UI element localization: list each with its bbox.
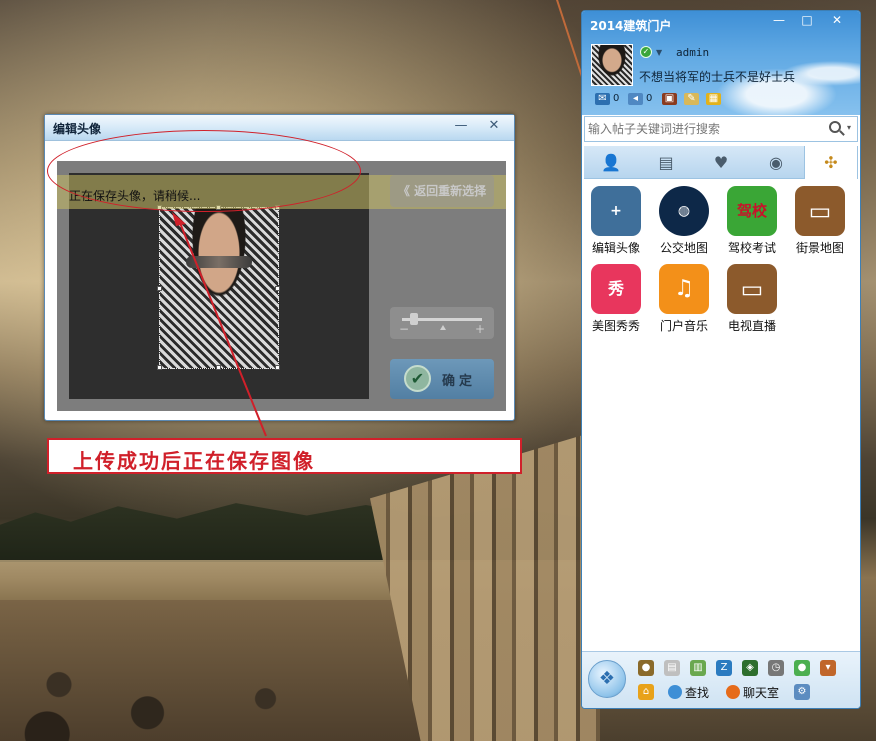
panel-bottom-bar: ❖ ● ▤ ▥ Z ◈ ◷ ● ▾ ⌂ 查找 聊天室 ⚙ bbox=[582, 651, 860, 708]
avatar[interactable] bbox=[591, 44, 633, 86]
clock-tray-icon[interactable]: ◷ bbox=[768, 660, 784, 676]
music-icon: ♫ bbox=[659, 264, 709, 314]
search-globe-icon bbox=[668, 685, 682, 699]
panel-tabs: 👤 ▤ ♥ ◉ ✣ bbox=[584, 146, 858, 179]
app-tv-live[interactable]: ▭ 电视直播 bbox=[718, 264, 786, 336]
search-box: ▾ bbox=[584, 116, 858, 142]
driving-school-icon: 驾校 bbox=[727, 186, 777, 236]
app-label: 电视直播 bbox=[727, 319, 776, 333]
app-driving-test[interactable]: 驾校 驾校考试 bbox=[718, 186, 786, 258]
edit-avatar-app-icon: + bbox=[591, 186, 641, 236]
app-label: 美图秀秀 bbox=[591, 319, 640, 333]
mail-count: 0 bbox=[613, 93, 620, 104]
zoom-in-icon[interactable]: + bbox=[475, 322, 485, 336]
app-meitu[interactable]: 秀 美图秀秀 bbox=[582, 264, 650, 336]
avatar-photo[interactable] bbox=[157, 205, 280, 370]
app-bus-map[interactable]: ◍ 公交地图 bbox=[650, 186, 718, 258]
crop-handle[interactable] bbox=[275, 286, 280, 291]
sound-count: 0 bbox=[646, 93, 653, 104]
user-signature[interactable]: 不想当将军的士兵不是好士兵 bbox=[639, 68, 795, 85]
find-label: 查找 bbox=[685, 686, 710, 700]
photo-icon[interactable]: ▣ bbox=[662, 93, 677, 105]
online-status-icon[interactable]: ✓ bbox=[640, 46, 652, 58]
panel-minimize-button[interactable]: — bbox=[768, 13, 790, 29]
checkmark-icon: ✔ bbox=[404, 365, 431, 392]
annotation-callout-text: 上传成功后正在保存图像 bbox=[73, 449, 315, 473]
slider-center-marker-icon bbox=[440, 325, 446, 330]
close-button[interactable]: ✕ bbox=[483, 118, 505, 136]
app-label: 门户音乐 bbox=[659, 319, 708, 333]
panel-header: 2014建筑门户 — □ ✕ ✓ ▼ admin 不想当将军的士兵不是好士兵 ✉… bbox=[582, 11, 860, 115]
lifebuoy-icon bbox=[726, 685, 740, 699]
crop-handle[interactable] bbox=[275, 365, 280, 370]
settings-gear-icon[interactable]: ⚙ bbox=[794, 684, 810, 700]
app-label: 公交地图 bbox=[659, 241, 708, 255]
search-input[interactable] bbox=[585, 117, 825, 141]
main-menu-button[interactable]: ❖ bbox=[588, 660, 626, 698]
mail-icon[interactable]: ✉ bbox=[595, 93, 610, 105]
zoom-slider-thumb[interactable] bbox=[410, 313, 418, 325]
crop-handle[interactable] bbox=[157, 365, 162, 370]
globe-icon: ◍ bbox=[659, 186, 709, 236]
app-label: 驾校考试 bbox=[727, 241, 776, 255]
app-portal-music[interactable]: ♫ 门户音乐 bbox=[650, 264, 718, 336]
zoom-out-icon[interactable]: − bbox=[399, 322, 409, 336]
tab-apps[interactable]: ✣ bbox=[804, 146, 858, 179]
crop-handle[interactable] bbox=[157, 286, 162, 291]
search-dropdown-icon[interactable]: ▾ bbox=[847, 123, 851, 132]
z-app-tray-icon[interactable]: Z bbox=[716, 660, 732, 676]
shield-tray-icon[interactable]: ◈ bbox=[742, 660, 758, 676]
tab-favorites[interactable]: ♥ bbox=[694, 146, 748, 179]
home-icon[interactable]: ⌂ bbox=[638, 684, 654, 700]
note-icon[interactable]: ✎ bbox=[684, 93, 699, 105]
zoom-slider[interactable]: − + bbox=[390, 307, 494, 339]
panel-maximize-button[interactable]: □ bbox=[796, 13, 818, 29]
annotation-callout: 上传成功后正在保存图像 bbox=[47, 438, 522, 474]
speaker-icon[interactable]: ◂ bbox=[628, 93, 643, 105]
app-box-icon[interactable]: ▦ bbox=[706, 93, 721, 105]
app-label: 编辑头像 bbox=[591, 241, 640, 255]
app-edit-avatar[interactable]: + 编辑头像 bbox=[582, 186, 650, 258]
app-street-view[interactable]: ▭ 街景地图 bbox=[786, 186, 854, 258]
panel-close-button[interactable]: ✕ bbox=[826, 13, 848, 29]
meitu-icon: 秀 bbox=[591, 264, 641, 314]
chat-bubble-tray-icon[interactable]: ● bbox=[794, 660, 810, 676]
tab-contacts[interactable]: 👤 bbox=[584, 146, 638, 179]
tv-icon: ▭ bbox=[727, 264, 777, 314]
basket-tray-icon[interactable]: ▥ bbox=[690, 660, 706, 676]
chat-room-label: 聊天室 bbox=[743, 686, 780, 700]
plant-tray-icon[interactable]: ▾ bbox=[820, 660, 836, 676]
find-link[interactable]: 查找 bbox=[668, 684, 709, 701]
chat-room-link[interactable]: 聊天室 bbox=[726, 684, 779, 701]
confirm-label: 确定 bbox=[442, 374, 477, 389]
annotation-ellipse bbox=[47, 130, 361, 212]
tab-notes[interactable]: ▤ bbox=[639, 146, 693, 179]
username: admin bbox=[676, 46, 710, 59]
tv-icon: ▭ bbox=[795, 186, 845, 236]
minimize-button[interactable]: — bbox=[450, 118, 472, 136]
reselect-button[interactable]: 《 返回重新选择 bbox=[390, 175, 494, 207]
panel-title: 2014建筑门户 bbox=[590, 19, 672, 33]
edit-avatar-title: 编辑头像 bbox=[53, 122, 102, 136]
portal-panel: 2014建筑门户 — □ ✕ ✓ ▼ admin 不想当将军的士兵不是好士兵 ✉… bbox=[581, 10, 861, 709]
document-tray-icon[interactable]: ▤ bbox=[664, 660, 680, 676]
contacts-tray-icon[interactable]: ● bbox=[638, 660, 654, 676]
tab-explore[interactable]: ◉ bbox=[749, 146, 803, 179]
confirm-button[interactable]: ✔ 确定 bbox=[390, 359, 494, 399]
crop-handle[interactable] bbox=[216, 365, 221, 370]
status-dropdown-icon[interactable]: ▼ bbox=[656, 48, 662, 57]
app-label: 街景地图 bbox=[795, 241, 844, 255]
search-icon[interactable] bbox=[829, 121, 841, 133]
